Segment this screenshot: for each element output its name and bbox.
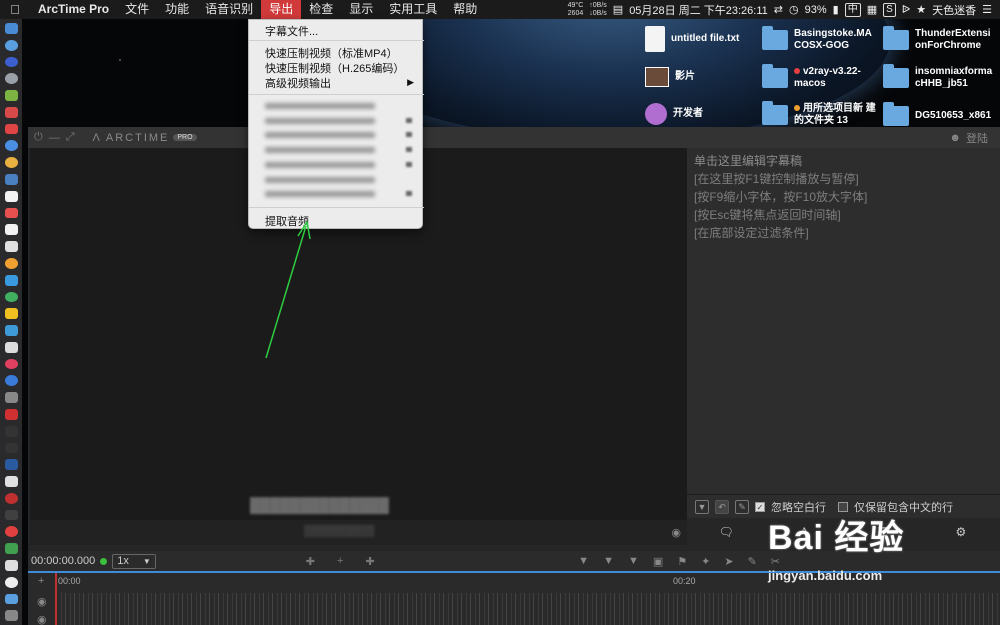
arrow-line xyxy=(265,225,307,359)
watermark-logo: Bai 经验 xyxy=(768,519,905,557)
screen: { "menubar": { "app_name": "ArcTime Pro"… xyxy=(0,0,1000,625)
watermark-url: jingyan.baidu.com xyxy=(768,568,883,583)
baidu-watermark: Bai 经验 jingyan.baidu.com xyxy=(768,510,905,583)
